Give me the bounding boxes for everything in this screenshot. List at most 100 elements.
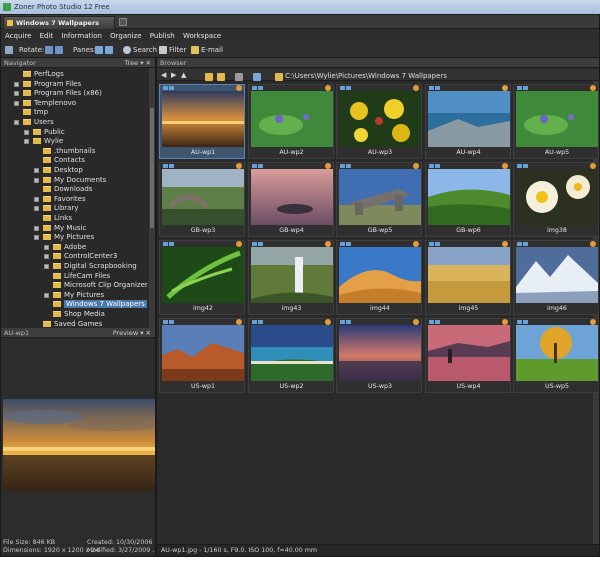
thumbnail-gb-wp4[interactable]: GB-wp4 [247,162,334,237]
folder-tree[interactable]: PerfLogs Program Files Program Files (x86)… [1,68,155,328]
folder-icon [53,311,61,317]
search-icon[interactable] [123,42,131,58]
rotate-left-icon[interactable] [45,42,53,58]
forward-icon[interactable]: ▶ [171,69,176,81]
sort-icon[interactable] [235,71,243,83]
tree-item[interactable]: Adobe [44,243,86,252]
thumbnail-us-wp2[interactable]: US-wp2 [247,318,334,393]
thumbnail-us-wp3[interactable]: US-wp3 [336,318,422,393]
tree-item[interactable]: Users [14,118,54,127]
up-icon[interactable]: ▲ [181,69,186,81]
thumbnail-gb-wp3[interactable]: GB-wp3 [159,162,245,237]
thumbnail-au-wp3[interactable]: AU-wp3 [336,84,422,159]
expand-icon[interactable] [14,91,19,97]
info-badge-icon [428,164,434,168]
thumbnail-gb-wp6[interactable]: GB-wp6 [424,162,511,237]
email-icon[interactable] [191,42,199,58]
tree-item[interactable]: Microsoft Clip Organizer [53,281,148,290]
tree-item[interactable]: Program Files [14,80,81,89]
tree-item[interactable]: Downloads [43,185,92,194]
thumbnail-gb-wp5[interactable]: GB-wp5 [336,162,422,237]
pane-layout-icon[interactable] [95,42,103,58]
view-mode-icon[interactable] [253,71,261,83]
expand-icon[interactable] [34,196,39,202]
tree-item-label: Desktop [54,166,83,174]
expand-icon[interactable] [14,81,19,87]
tree-item[interactable]: Library [34,204,78,213]
thumbnail-img45[interactable]: img45 [424,240,511,315]
menu-edit[interactable]: Edit [40,32,54,40]
menu-publish[interactable]: Publish [150,32,175,40]
tree-item[interactable]: Wylie [24,137,63,146]
tree-item[interactable]: My Pictures [44,291,104,300]
open-folder-icon[interactable] [205,71,213,83]
expand-icon[interactable] [34,206,39,212]
rotate-right-icon[interactable] [55,42,63,58]
tab-windows-7-wallpapers[interactable]: Windows 7 Wallpapers [3,16,115,29]
pane-toggle-icon[interactable] [105,42,113,58]
thumbnail-us-wp4[interactable]: US-wp4 [424,318,511,393]
tree-item[interactable]: .thumbnails [43,147,95,156]
tree-item[interactable]: My Documents [34,176,106,185]
file-size: File Size: 846 KB [3,539,56,546]
filter-button[interactable]: Filter [169,42,186,58]
expand-icon[interactable] [14,120,19,125]
thumbnail-img46[interactable]: img46 [513,240,599,315]
thumbnail-au-wp4[interactable]: AU-wp4 [424,84,511,159]
thumbnail-au-wp1[interactable]: AU-wp1 [159,84,245,159]
tree-scrollbar-thumb[interactable] [150,108,154,228]
tree-item[interactable]: PerfLogs [23,70,64,79]
tree-item[interactable]: My Pictures [34,233,94,242]
tree-item[interactable]: Templenovo [14,99,76,108]
tree-item[interactable]: Contacts [43,156,85,165]
expand-icon[interactable] [44,244,49,250]
expand-icon[interactable] [14,100,19,106]
filter-icon[interactable] [159,42,167,58]
tree-item[interactable]: Links [43,214,72,223]
tree-item[interactable]: My Music [34,224,86,233]
menu-acquire[interactable]: Acquire [5,32,31,40]
new-tab-icon[interactable] [119,18,127,26]
new-folder-icon[interactable] [217,71,225,83]
thumbnail-img43[interactable]: img43 [247,240,334,315]
tree-item[interactable]: Saved Games [43,320,102,328]
expand-icon[interactable] [24,129,29,135]
tree-item[interactable]: Windows 7 Wallpapers [53,300,147,309]
tree-item[interactable]: Digital Scrapbooking [44,262,137,271]
expand-icon[interactable] [34,225,39,231]
home-icon[interactable] [5,42,13,58]
tree-item[interactable]: ControlCenter3 [44,252,117,261]
back-icon[interactable]: ◀ [161,69,166,81]
expand-icon[interactable] [34,177,39,183]
expand-icon[interactable] [44,292,49,298]
thumbnail-img38[interactable]: img38 [513,162,599,237]
tree-item[interactable]: LifeCam Files [53,272,110,281]
expand-icon[interactable] [44,264,49,269]
menu-organize[interactable]: Organize [110,32,141,40]
email-button[interactable]: E-mail [201,42,223,58]
tree-item[interactable]: Public [24,128,65,137]
path-breadcrumb[interactable]: C:\Users\Wylie\Pictures\Windows 7 Wallpa… [285,70,447,80]
menu-information[interactable]: Information [61,32,102,40]
thumbnail-img44[interactable]: img44 [336,240,422,315]
search-button[interactable]: Search [133,42,157,58]
thumbnail-us-wp1[interactable]: US-wp1 [159,318,245,393]
tree-item[interactable]: Favorites [34,195,86,204]
thumbnail-au-wp2[interactable]: AU-wp2 [247,84,334,159]
tree-item[interactable]: Desktop [34,166,83,175]
tree-item[interactable]: Shop Media [53,310,105,319]
tree-item[interactable]: Program Files (x86) [14,89,102,98]
main-toolbar: Rotate: Panes: Search Filter E-mail [1,42,599,58]
thumbnail-us-wp5[interactable]: US-wp5 [513,318,599,393]
tree-item[interactable]: tmp [23,108,48,117]
thumbnail-au-wp5[interactable]: AU-wp5 [513,84,599,159]
menu-workspace[interactable]: Workspace [183,32,221,40]
thumbnail-img42[interactable]: img42 [159,240,245,315]
expand-icon[interactable] [24,139,29,145]
folder-icon [23,99,31,106]
expand-icon[interactable] [34,235,39,241]
expand-icon[interactable] [44,254,49,260]
navigator-mode-dropdown[interactable]: Tree ▾ ✕ [125,58,151,68]
expand-icon[interactable] [34,168,39,173]
thumbnail-image [427,325,510,381]
